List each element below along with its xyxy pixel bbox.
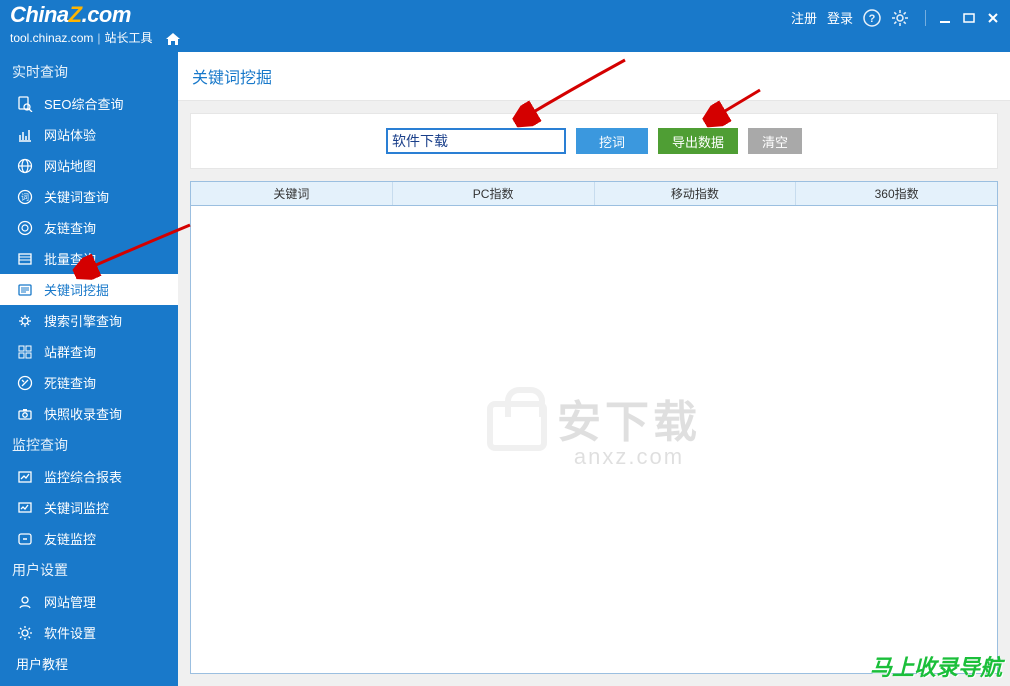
sidebar-item-label: 关键词挖掘: [44, 280, 109, 299]
sidebar-item-guide[interactable]: 用户教程: [0, 648, 178, 679]
logo-sub: tool.chinaz.com | 站长工具: [10, 28, 181, 48]
search-doc-icon: [16, 95, 34, 113]
sidebar-item-label: 监控综合报表: [44, 467, 122, 486]
main-panel: 关键词挖掘 挖词 导出数据 清空 关键词 PC指数 移动指数 360指数 安下载…: [178, 52, 1010, 686]
titlebar-right: 注册 登录 ?: [791, 8, 1002, 27]
col-keyword: 关键词: [191, 182, 393, 205]
sidebar-item-label: 友链监控: [44, 529, 96, 548]
sidebar-item-label: 快照收录查询: [44, 404, 122, 423]
sidebar-item-label: 批量查询: [44, 249, 96, 268]
table-header: 关键词 PC指数 移动指数 360指数: [191, 182, 997, 206]
svg-text:?: ?: [869, 13, 876, 25]
sidebar-item-sitegroup[interactable]: 站群查询: [0, 336, 178, 367]
sidebar-item-label: 网站管理: [44, 592, 96, 611]
monitor-icon: [16, 499, 34, 517]
results-table: 关键词 PC指数 移动指数 360指数 安下载 anxz.com: [190, 181, 998, 674]
logo-text-left: China: [10, 2, 69, 27]
keyword-input[interactable]: [386, 128, 566, 154]
sidebar-item-friendlink-monitor[interactable]: 友链监控: [0, 523, 178, 554]
sidebar-item-deadlink[interactable]: 死链查询: [0, 367, 178, 398]
login-link[interactable]: 登录: [827, 8, 853, 27]
sidebar-item-label: 关键词查询: [44, 187, 109, 206]
sidebar-item-site-manage[interactable]: 网站管理: [0, 586, 178, 617]
window-controls: [925, 10, 1002, 26]
sidebar-item-label: 软件设置: [44, 623, 96, 642]
maximize-button[interactable]: [960, 10, 978, 26]
sidebar-item-label: 关键词监控: [44, 498, 109, 517]
sidebar-item-se-query[interactable]: 搜索引擎查询: [0, 305, 178, 336]
sidebar-item-sitemap[interactable]: 网站地图: [0, 150, 178, 181]
user-icon: [16, 593, 34, 611]
sidebar: 实时查询 SEO综合查询 网站体验 网站地图 词 关键词查询 友链查询 批量查询…: [0, 52, 178, 686]
section-monitor: 监控查询: [0, 429, 178, 461]
logo-divider: |: [97, 32, 100, 44]
logo-domain: tool.chinaz.com: [10, 32, 93, 44]
sidebar-item-monitor-report[interactable]: 监控综合报表: [0, 461, 178, 492]
gear-icon: [16, 624, 34, 642]
home-icon[interactable]: [165, 32, 181, 48]
sidebar-item-snapshot[interactable]: 快照收录查询: [0, 398, 178, 429]
link-monitor-icon: [16, 530, 34, 548]
section-realtime: 实时查询: [0, 56, 178, 88]
close-button[interactable]: [984, 10, 1002, 26]
sidebar-item-friendlink[interactable]: 友链查询: [0, 212, 178, 243]
clear-button[interactable]: 清空: [748, 128, 802, 154]
sitegroup-icon: [16, 343, 34, 361]
toolbar: 挖词 导出数据 清空: [190, 113, 998, 169]
sidebar-item-label: 死链查询: [44, 373, 96, 392]
sidebar-item-qq[interactable]: 加入QQ群: [0, 679, 178, 686]
logo-text-z: Z: [69, 2, 82, 27]
deadlink-icon: [16, 374, 34, 392]
settings-icon[interactable]: [891, 9, 909, 27]
sidebar-item-label: 网站体验: [44, 125, 96, 144]
report-icon: [16, 468, 34, 486]
svg-text:词: 词: [21, 193, 29, 202]
register-link[interactable]: 注册: [791, 8, 817, 27]
lock-icon: [487, 401, 547, 451]
sidebar-item-label: 站群查询: [44, 342, 96, 361]
watermark-line2: anxz.com: [557, 444, 701, 470]
page-title: 关键词挖掘: [178, 52, 1010, 101]
sidebar-item-batch[interactable]: 批量查询: [0, 243, 178, 274]
col-pc-index: PC指数: [393, 182, 595, 205]
globe-icon: [16, 157, 34, 175]
sidebar-item-keyword-query[interactable]: 词 关键词查询: [0, 181, 178, 212]
mining-icon: [16, 281, 34, 299]
export-button[interactable]: 导出数据: [658, 128, 738, 154]
col-mobile-index: 移动指数: [595, 182, 797, 205]
sidebar-item-label: 用户教程: [16, 654, 68, 673]
sidebar-item-label: SEO综合查询: [44, 94, 123, 113]
sidebar-item-keyword-monitor[interactable]: 关键词监控: [0, 492, 178, 523]
logo-main: ChinaZ.com: [10, 4, 181, 26]
footer-ad: 马上收录导航: [870, 650, 1002, 682]
titlebar: ChinaZ.com tool.chinaz.com | 站长工具 注册 登录 …: [0, 0, 1010, 52]
logo: ChinaZ.com tool.chinaz.com | 站长工具: [10, 4, 181, 48]
dig-button[interactable]: 挖词: [576, 128, 648, 154]
logo-name: 站长工具: [105, 32, 153, 44]
camera-icon: [16, 405, 34, 423]
sidebar-item-experience[interactable]: 网站体验: [0, 119, 178, 150]
section-user: 用户设置: [0, 554, 178, 586]
keyword-icon: 词: [16, 188, 34, 206]
sidebar-item-label: 友链查询: [44, 218, 96, 237]
batch-icon: [16, 250, 34, 268]
sidebar-item-label: 搜索引擎查询: [44, 311, 122, 330]
col-360-index: 360指数: [796, 182, 997, 205]
help-icon[interactable]: ?: [863, 9, 881, 27]
minimize-button[interactable]: [936, 10, 954, 26]
logo-text-right: .com: [82, 2, 131, 27]
spider-icon: [16, 312, 34, 330]
link-icon: [16, 219, 34, 237]
sidebar-item-label: 网站地图: [44, 156, 96, 175]
watermark-line1: 安下载: [557, 386, 701, 450]
sidebar-item-seo[interactable]: SEO综合查询: [0, 88, 178, 119]
sidebar-item-software-settings[interactable]: 软件设置: [0, 617, 178, 648]
sidebar-item-keyword-mining[interactable]: 关键词挖掘: [0, 274, 178, 305]
watermark: 安下载 anxz.com: [487, 386, 701, 470]
chart-icon: [16, 126, 34, 144]
